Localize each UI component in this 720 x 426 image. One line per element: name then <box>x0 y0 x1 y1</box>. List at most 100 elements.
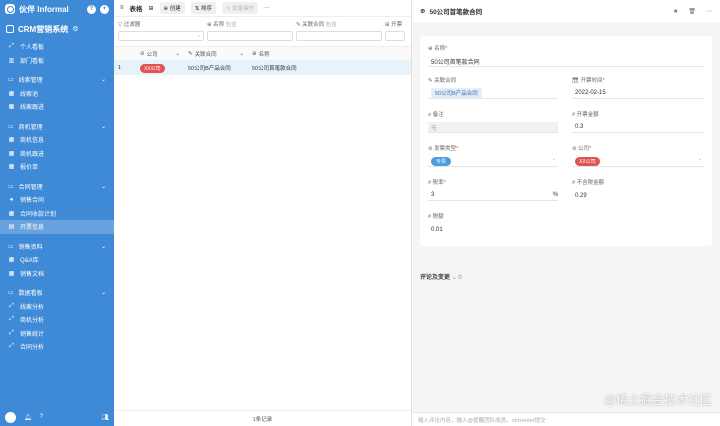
folder-icon: ▭ <box>8 123 14 130</box>
field-invoice-type[interactable]: ⊘ 发票类型* 专票 ⌄ <box>428 144 558 167</box>
users-icon[interactable]: 👥︎ <box>101 414 109 421</box>
comments-header[interactable]: 评论及变更 ⌄ 0 <box>420 272 462 281</box>
filter-main[interactable]: ▽ 过滤器 ⌄ <box>118 20 204 43</box>
sidebar-item-label: 商机分析 <box>20 318 45 325</box>
more-icon[interactable]: ⋯ <box>706 8 712 15</box>
record-count: 1条记录 <box>114 410 411 426</box>
grid-view-icon[interactable]: ⊞ <box>149 5 154 12</box>
filter-invoice-input[interactable] <box>385 31 405 41</box>
sidebar-item[interactable]: ⤢ 销售统计 <box>0 327 114 341</box>
sidebar-item-label: 合同收款计划 <box>20 211 57 218</box>
invoice-type-value[interactable]: 专票 ⌄ <box>428 156 558 167</box>
chevron-down-icon: ⌄ <box>100 243 106 250</box>
batch-edit-button[interactable]: ✎ 批量操作 <box>221 2 259 14</box>
grid-icon: ▦ <box>8 270 15 277</box>
sidebar-group-label: 线索管理 <box>18 78 43 85</box>
filter-invoice[interactable]: ⊞ 开票 <box>385 20 405 43</box>
sidebar-group[interactable]: ▭ 商机管理 ⌄ <box>0 120 114 134</box>
filter-input[interactable]: ⌄ <box>118 31 204 41</box>
folder-icon: ▭ <box>8 243 14 250</box>
sidebar-item[interactable]: ▦ 线索跟进 <box>0 100 114 114</box>
table-row[interactable]: 1 XX公司 50公司B产品合同 50公司首笔款合同 <box>114 61 411 75</box>
amount-value[interactable]: 0.3 <box>572 122 704 133</box>
chevron-down-icon: ⌄ <box>697 156 702 162</box>
help-icon[interactable]: ? <box>87 4 96 14</box>
sidebar-item[interactable]: ⤢ 个人看板 <box>0 40 114 54</box>
sidebar-item[interactable]: ⤢ 合同分析 <box>0 340 114 354</box>
gear-icon[interactable]: ⚙ <box>72 25 78 33</box>
sidebar-item[interactable]: ▦ 商机信息 <box>0 133 114 147</box>
sidebar-item-label: 开票信息 <box>20 225 45 232</box>
sidebar-item[interactable]: ▦ 合同收款计划 <box>0 207 114 221</box>
field-contract[interactable]: ✎ 关联合同 50公司B产品合同 <box>428 76 558 99</box>
sidebar-item-label: 销售统计 <box>20 331 45 338</box>
sidebar-item[interactable]: ⤢ 商机分析 <box>0 313 114 327</box>
folder-icon: ▭ <box>8 183 14 190</box>
cell-name: 50公司首笔款合同 <box>252 66 297 72</box>
filter-contract[interactable]: ✎ 关联合同 包含 <box>296 20 382 43</box>
sidebar-item[interactable]: ● 销售合同 <box>0 193 114 207</box>
more-button[interactable]: ··· <box>264 5 270 11</box>
sidebar-group[interactable]: ▭ 合同管理 ⌄ <box>0 180 114 194</box>
sidebar-bottom: 🔔︎ ? 👥︎ <box>0 408 114 426</box>
grid-icon: ▦ <box>8 210 15 217</box>
sidebar-item[interactable]: ▦ 商机跟进 <box>0 147 114 161</box>
delete-icon[interactable]: 🗑︎ <box>688 8 696 15</box>
contract-value[interactable]: 50公司B产品合同 <box>428 88 558 99</box>
sidebar-item[interactable]: ▥ 部门看板 <box>0 54 114 68</box>
note-value[interactable]: 无 <box>428 122 558 133</box>
sidebar-item-label: 销售文档 <box>20 271 45 278</box>
sort-button[interactable]: ⇅ 排序 <box>190 2 216 14</box>
grid-icon: ▦ <box>8 150 15 157</box>
create-button[interactable]: ⊕ 创建 <box>159 2 185 14</box>
date-value[interactable]: 2022-02-15 <box>572 88 704 99</box>
doc-icon: ▤ <box>8 224 15 231</box>
col-company[interactable]: ⊘ 公司 ⌄ <box>136 50 184 58</box>
sidebar-group[interactable]: ▭ 销售资料 ⌄ <box>0 240 114 254</box>
sidebar-item[interactable]: ▤ 开票信息 <box>0 220 114 234</box>
table-title: 表格 <box>129 6 143 13</box>
chevron-down-icon: ⌄ <box>100 77 106 84</box>
filter-contract-input[interactable] <box>296 31 382 41</box>
sidebar-item-label: 销售合同 <box>20 198 45 205</box>
field-pretax[interactable]: # 不含税金额 0.29 <box>572 178 704 201</box>
filter-name[interactable]: ⊕ 名称 包含 <box>207 20 293 43</box>
sidebar-item[interactable]: ▦ 报价单 <box>0 160 114 174</box>
field-tax-rate[interactable]: # 税率* 3% <box>428 178 558 201</box>
menu-icon[interactable]: ≡ <box>120 5 124 11</box>
name-value[interactable]: 50公司首笔款合同 <box>428 56 704 67</box>
col-name[interactable]: ⊕ 名称 <box>248 50 328 58</box>
question-icon[interactable]: ? <box>40 414 43 420</box>
pretax-value: 0.29 <box>575 192 587 199</box>
avatar[interactable] <box>5 411 16 423</box>
comment-input[interactable]: 输入评论内容，输入@提醒团队成员，ctrl+enter提交 <box>412 412 720 426</box>
app-title-row[interactable]: CRM营销系统 ⚙ <box>0 18 114 40</box>
sidebar-item[interactable]: ▦ 销售文档 <box>0 267 114 281</box>
chevron-down-icon: ⌄ <box>100 123 106 130</box>
sidebar-nav: ⤢ 个人看板 ▥ 部门看板 ▭ 线索管理 ⌄ ▦ 线索池 ▦ 线索跟进 ▭ 商机管理 ⌄ ▦ 商机信息 ▦ 商机跟… <box>0 40 114 354</box>
sidebar-group[interactable]: ▭ 数据看板 ⌄ <box>0 286 114 300</box>
company-value[interactable]: XX公司 ⌄ <box>572 156 704 167</box>
cell-contract: 50公司B产品合同 <box>188 66 231 72</box>
filter-name-input[interactable] <box>207 31 293 41</box>
star-icon[interactable]: ★ <box>673 8 678 15</box>
add-icon[interactable]: + <box>100 4 109 14</box>
col-contract[interactable]: ✎ 关联合同 ⌄ <box>184 50 248 58</box>
company-tag: XX公司 <box>140 63 165 73</box>
field-company[interactable]: ⊘ 公司* XX公司 ⌄ <box>572 144 704 167</box>
sidebar-group[interactable]: ▭ 线索管理 ⌄ <box>0 73 114 87</box>
sidebar-item[interactable]: ▦ Q&A库 <box>0 253 114 267</box>
tax-rate-value[interactable]: 3% <box>428 190 558 201</box>
field-tax[interactable]: # 税额 0.01 <box>428 212 558 235</box>
sidebar-item-label: 个人看板 <box>20 45 45 52</box>
field-name[interactable]: ⊕ 名称* 50公司首笔款合同 <box>428 44 704 67</box>
sidebar-group-label: 销售资料 <box>18 244 43 251</box>
sidebar-item[interactable]: ⤢ 线索分析 <box>0 300 114 314</box>
field-amount[interactable]: # 开票金额 0.3 <box>572 110 704 133</box>
field-date[interactable]: 📅︎ 开票时间* 2022-02-15 <box>572 76 704 99</box>
sidebar-item[interactable]: ▦ 线索池 <box>0 87 114 101</box>
bell-icon[interactable]: 🔔︎ <box>24 414 32 421</box>
sidebar-top: 伙伴 Informal ? + <box>0 0 114 18</box>
field-note[interactable]: ≡ 备注 无 <box>428 110 558 133</box>
watermark: @稀土掘金技术社区 <box>603 393 712 407</box>
